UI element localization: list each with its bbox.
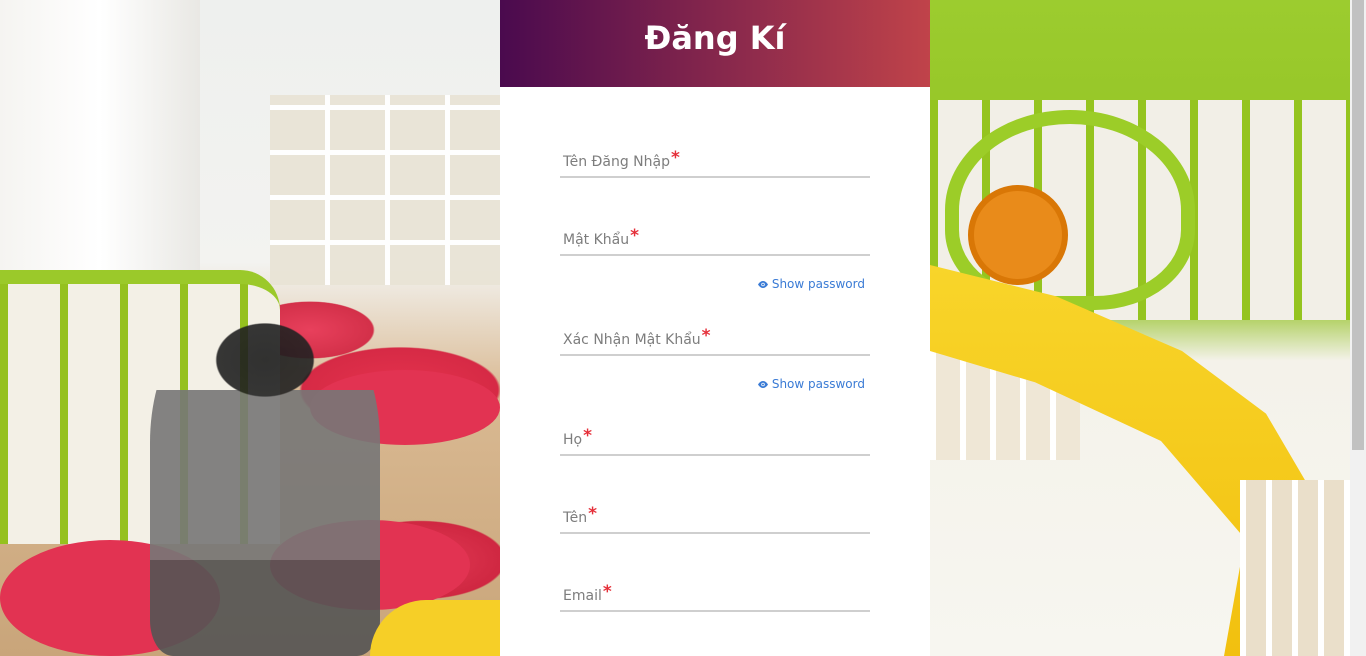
first-name-field[interactable]: Tên* <box>560 500 874 534</box>
register-card: Đăng Kí Tên Đăng Nhập* Mật Khẩu* Show pa… <box>500 0 930 656</box>
background-bookshelf-left <box>270 95 500 285</box>
password-input[interactable] <box>560 222 874 256</box>
username-field[interactable]: Tên Đăng Nhập* <box>560 144 874 178</box>
show-password-label: Show password <box>771 377 865 391</box>
eye-icon <box>757 280 768 288</box>
background-pillar <box>0 0 200 290</box>
scrollbar-thumb[interactable] <box>1352 0 1364 450</box>
password-field[interactable]: Mật Khẩu* <box>560 222 874 256</box>
email-field[interactable]: Email* <box>560 578 874 612</box>
last-name-field[interactable]: Họ* <box>560 422 874 456</box>
card-header: Đăng Kí <box>500 0 930 87</box>
background-person <box>150 300 380 656</box>
confirm-password-input[interactable] <box>560 322 874 356</box>
first-name-input[interactable] <box>560 500 874 534</box>
last-name-input[interactable] <box>560 422 874 456</box>
page-title: Đăng Kí <box>644 18 786 57</box>
show-password-label: Show password <box>771 277 865 291</box>
show-password-toggle[interactable]: Show password <box>757 277 865 291</box>
background-orange-seat <box>968 185 1068 285</box>
eye-icon <box>757 380 768 388</box>
background-bench-base <box>1240 480 1350 656</box>
email-input[interactable] <box>560 578 874 612</box>
confirm-password-field[interactable]: Xác Nhận Mật Khẩu* <box>560 322 874 356</box>
show-confirm-password-toggle[interactable]: Show password <box>757 377 865 391</box>
page-scrollbar[interactable] <box>1350 0 1366 656</box>
username-input[interactable] <box>560 144 874 178</box>
